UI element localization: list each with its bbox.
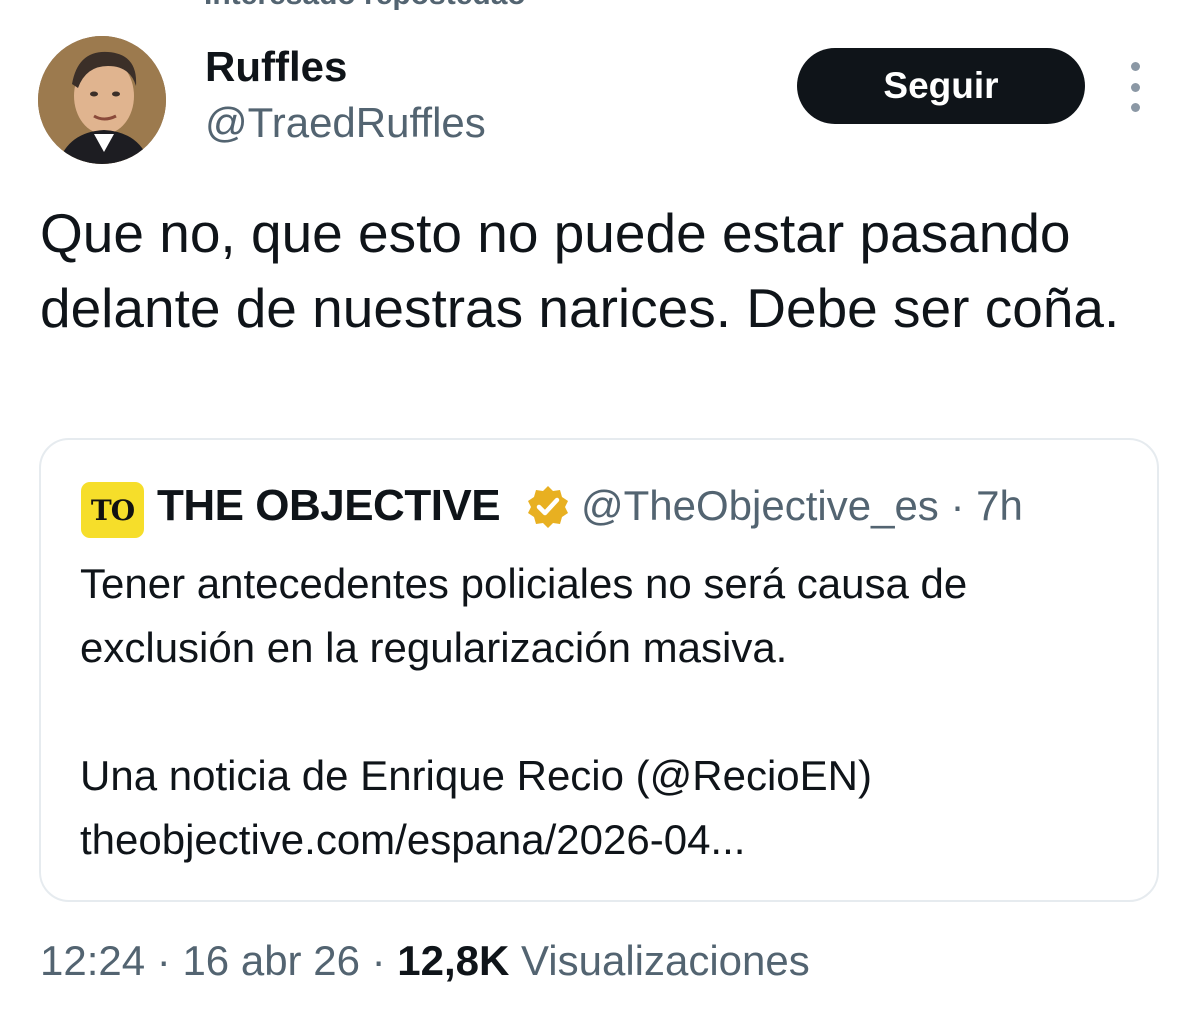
quote-avatar-logo[interactable]: TO xyxy=(81,482,144,538)
quote-timestamp: 7h xyxy=(976,482,1023,529)
quote-text: Tener antecedentes policiales no será ca… xyxy=(80,552,1140,872)
quote-link[interactable]: theobjective.com/espana/2026-04... xyxy=(80,808,1140,872)
separator-dot: · xyxy=(950,482,965,529)
tweet-detail: Interesado repostedao Ruffles @TraedRuff… xyxy=(0,0,1200,1017)
verified-badge-icon xyxy=(528,486,568,528)
quote-paragraph: Tener antecedentes policiales no será ca… xyxy=(80,560,968,671)
separator-dot: · xyxy=(371,937,386,984)
views-label: Visualizaciones xyxy=(521,937,810,984)
more-vertical-icon[interactable] xyxy=(1118,62,1152,112)
avatar-image xyxy=(38,36,166,164)
more-dot xyxy=(1130,82,1140,92)
views-count: 12,8K xyxy=(397,937,510,984)
quote-paragraph: Una noticia de Enrique Recio (@RecioEN) xyxy=(80,752,872,799)
quoted-tweet[interactable]: TO THE OBJECTIVE @TheObjective_es · 7h T… xyxy=(39,438,1159,902)
avatar[interactable] xyxy=(38,36,166,164)
post-date[interactable]: 16 abr 26 xyxy=(182,937,359,984)
quote-author-name: THE OBJECTIVE xyxy=(157,481,501,530)
separator-dot: · xyxy=(156,937,171,984)
author-handle[interactable]: @TraedRuffles xyxy=(205,98,486,148)
tweet-text: Que no, que esto no puede estar pasando … xyxy=(40,202,1120,339)
follow-button[interactable]: Seguir xyxy=(797,48,1085,124)
quote-handle-time: @TheObjective_es · 7h xyxy=(581,478,1023,534)
author-name[interactable]: Ruffles xyxy=(205,42,347,92)
more-dot xyxy=(1130,103,1140,112)
quote-author-handle: @TheObjective_es xyxy=(581,482,939,529)
tweet-meta: 12:24 · 16 abr 26 · 12,8K Visualizacione… xyxy=(40,933,810,989)
more-dot xyxy=(1130,62,1140,71)
post-time[interactable]: 12:24 xyxy=(40,937,145,984)
repost-header: Interesado repostedao xyxy=(204,0,526,12)
